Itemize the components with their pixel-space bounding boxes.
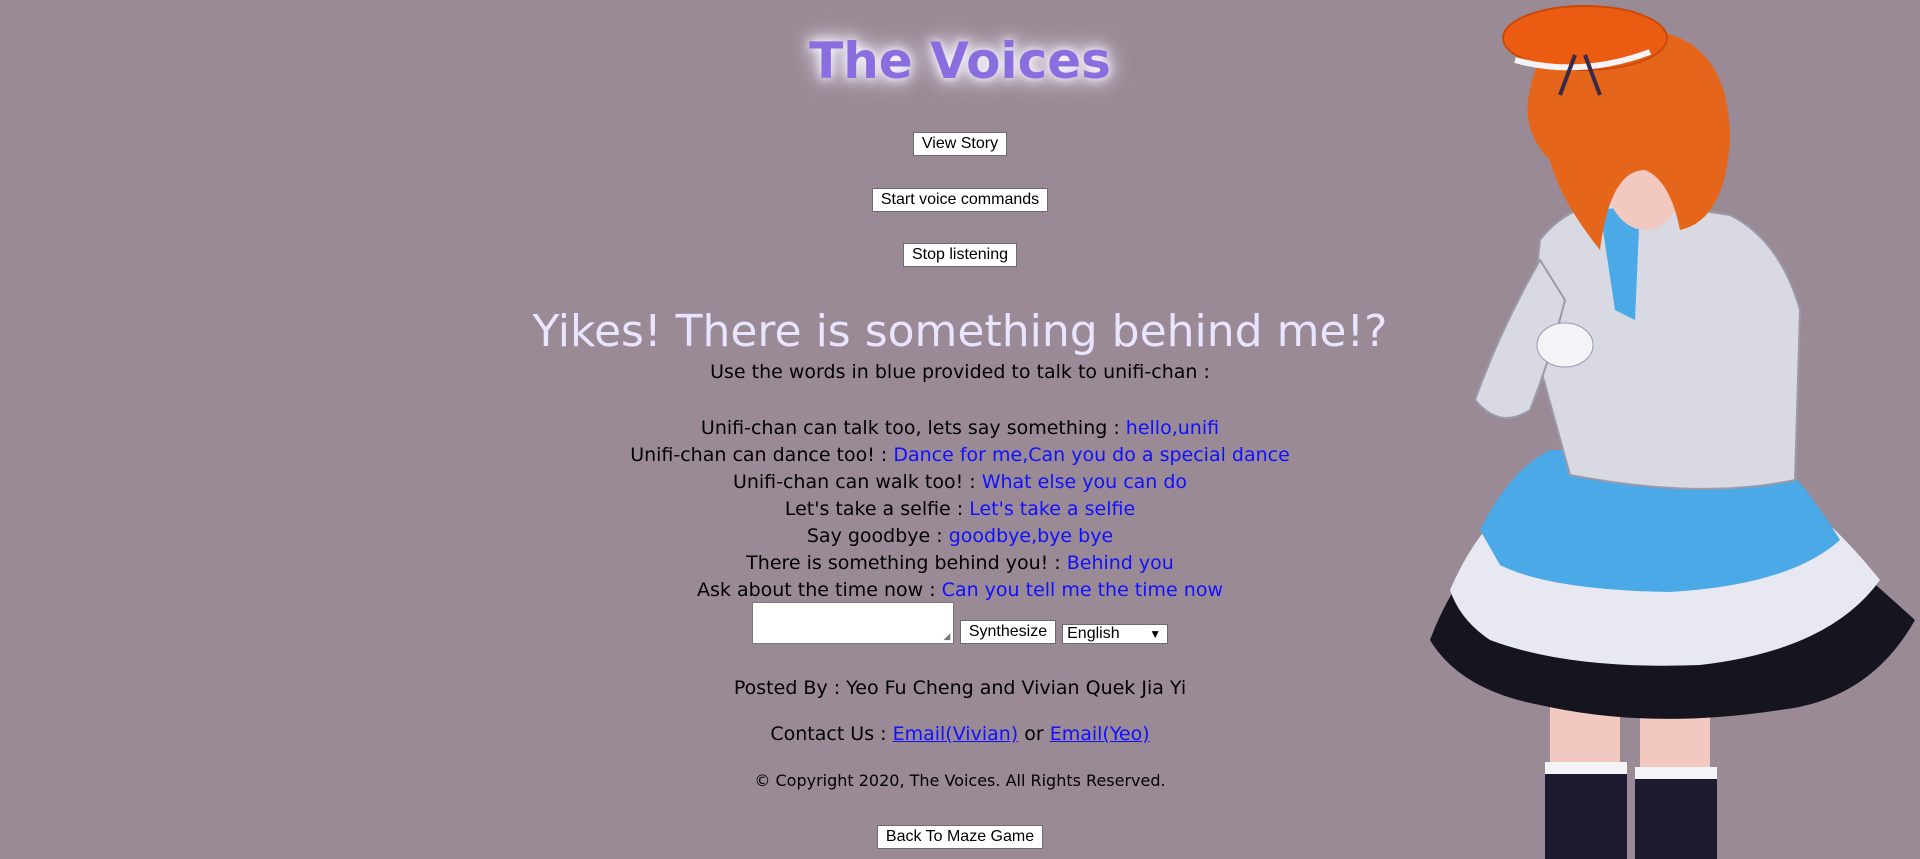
command-words: Behind you — [1066, 552, 1174, 574]
sock-stripe — [1635, 767, 1717, 779]
page: The Voices View Story Start voice comman… — [0, 0, 1920, 859]
speech-text-input[interactable]: ◢ — [751, 602, 954, 644]
command-label: Let's take a selfie : — [784, 498, 970, 520]
synthesize-controls: ◢ Synthesize English ▼ — [751, 602, 1169, 644]
command-words: hello,unifi — [1125, 417, 1220, 439]
character-sock-right — [1635, 775, 1717, 859]
contact-prefix: Contact Us : — [770, 723, 893, 745]
language-select-value: English — [1067, 625, 1120, 642]
stop-listening-button[interactable]: Stop listening — [902, 243, 1018, 267]
language-select[interactable]: English ▼ — [1062, 624, 1169, 644]
command-label: Unifi-chan can talk too, lets say someth… — [700, 417, 1126, 439]
command-words: Dance for me,Can you do a special dance — [893, 444, 1290, 466]
command-label: Unifi-chan can walk too! : — [732, 471, 982, 493]
view-story-button[interactable]: View Story — [912, 132, 1008, 156]
command-label: Unifi-chan can dance too! : — [630, 444, 894, 466]
email-vivian-link[interactable]: Email(Vivian) — [893, 723, 1019, 745]
character-sock-left — [1545, 770, 1627, 859]
command-words: Can you tell me the time now — [941, 579, 1223, 601]
start-voice-commands-button[interactable]: Start voice commands — [871, 188, 1049, 212]
dropdown-arrow-icon: ▼ — [1149, 627, 1162, 641]
contact-or: or — [1018, 723, 1050, 745]
command-words: Let's take a selfie — [969, 498, 1136, 520]
character-hand — [1536, 322, 1594, 368]
sock-stripe — [1545, 762, 1627, 774]
back-to-maze-button[interactable]: Back To Maze Game — [876, 825, 1044, 849]
command-words: What else you can do — [981, 471, 1188, 493]
resize-grip-icon[interactable]: ◢ — [943, 633, 951, 642]
command-label: Ask about the time now : — [697, 579, 942, 601]
command-words: goodbye,bye bye — [948, 525, 1114, 547]
command-label: There is something behind you! : — [746, 552, 1067, 574]
synthesize-button[interactable]: Synthesize — [959, 620, 1057, 644]
unifi-chan-character — [1430, 5, 1915, 859]
command-label: Say goodbye : — [806, 525, 949, 547]
email-yeo-link[interactable]: Email(Yeo) — [1050, 723, 1150, 745]
